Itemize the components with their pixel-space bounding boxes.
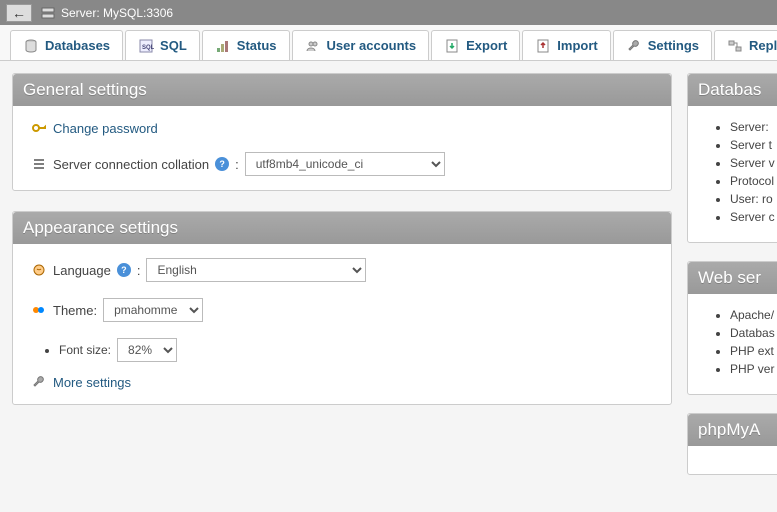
wrench-icon [626,38,642,54]
language-label: Language [53,263,111,278]
panel-general-settings: General settings Change password Server … [12,73,672,191]
theme-icon [31,302,47,318]
list-item: User: ro [730,192,777,206]
wrench-icon [31,374,47,390]
tab-export[interactable]: Export [431,30,520,60]
panel-title: Databas [688,74,777,106]
theme-select[interactable]: pmahomme [103,298,203,322]
users-icon [305,38,321,54]
server-label: Server: MySQL:3306 [61,6,173,20]
tab-user-accounts[interactable]: User accounts [292,30,430,60]
list-item: Apache/ [730,308,777,322]
panel-database-server: Databas Server: Server t Server v Protoc… [687,73,777,243]
collation-select[interactable]: utf8mb4_unicode_ci [245,152,445,176]
database-icon [23,38,39,54]
panel-title: Appearance settings [13,212,671,244]
language-icon [31,262,47,278]
tab-sql[interactable]: SQL SQL [125,30,200,60]
import-icon [535,38,551,54]
list-item: Server t [730,138,777,152]
theme-label: Theme: [53,303,97,318]
svg-text:SQL: SQL [142,45,154,51]
tab-status[interactable]: Status [202,30,290,60]
list-item: Server: [730,120,777,134]
list-item: Server v [730,156,777,170]
key-icon [31,120,47,136]
tab-databases[interactable]: Databases [10,30,123,60]
web-server-list: Apache/ Databas 2012050 $ PHP ext PHP ve… [706,308,777,376]
export-icon [444,38,460,54]
left-column: General settings Change password Server … [12,73,672,475]
replication-icon [727,38,743,54]
tab-settings[interactable]: Settings [613,30,712,60]
tab-import[interactable]: Import [522,30,610,60]
panel-title: Web ser [688,262,777,294]
server-breadcrumb[interactable]: Server: MySQL:3306 [40,5,173,21]
help-icon[interactable]: ? [215,157,229,171]
panel-phpmyadmin: phpMyA [687,413,777,475]
content: General settings Change password Server … [0,61,777,475]
panel-appearance-settings: Appearance settings Language ? : English… [12,211,672,405]
list-item: Server c [730,210,777,224]
language-select[interactable]: English [146,258,366,282]
collation-label: Server connection collation [53,157,209,172]
fontsize-select[interactable]: 82% [117,338,177,362]
list-item: Databas 2012050 $ [730,326,777,340]
panel-title: phpMyA [688,414,777,446]
server-icon [40,5,56,21]
db-server-list: Server: Server t Server v Protocol User:… [706,120,777,224]
help-icon[interactable]: ? [117,263,131,277]
status-icon [215,38,231,54]
back-button[interactable]: ← [6,4,32,22]
panel-title: General settings [13,74,671,106]
change-password-link[interactable]: Change password [53,121,158,136]
list-item: PHP ver [730,362,777,376]
fontsize-label: Font size: [59,343,111,357]
right-column: Databas Server: Server t Server v Protoc… [687,73,777,475]
panel-web-server: Web ser Apache/ Databas 2012050 $ PHP ex… [687,261,777,395]
list-item: Protocol [730,174,777,188]
tabbar: Databases SQL SQL Status User accounts E… [0,25,777,61]
sql-icon: SQL [138,38,154,54]
tab-replication[interactable]: Repli [714,30,777,60]
list-item: PHP ext [730,344,777,358]
collation-icon [31,156,47,172]
more-settings-link[interactable]: More settings [53,375,131,390]
topbar: ← Server: MySQL:3306 [0,0,777,25]
